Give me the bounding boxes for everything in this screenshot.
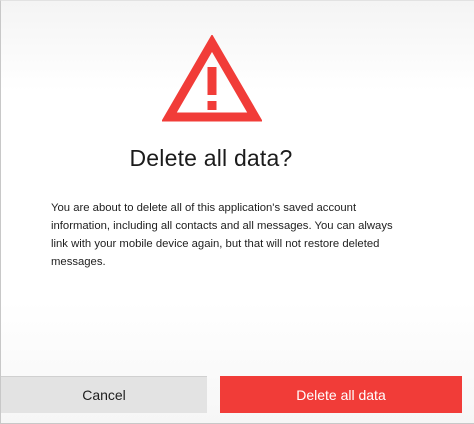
dialog-title: Delete all data?: [129, 145, 293, 171]
cancel-button-label: Cancel: [82, 387, 126, 403]
delete-data-dialog: Delete all data? You are about to delete…: [0, 0, 474, 424]
delete-button-label: Delete all data: [296, 386, 386, 403]
dialog-message: You are about to delete all of this appl…: [51, 202, 393, 268]
delete-all-data-button[interactable]: Delete all data: [220, 376, 462, 413]
cancel-button[interactable]: Cancel: [1, 376, 207, 413]
warning-triangle-icon: [162, 35, 262, 122]
